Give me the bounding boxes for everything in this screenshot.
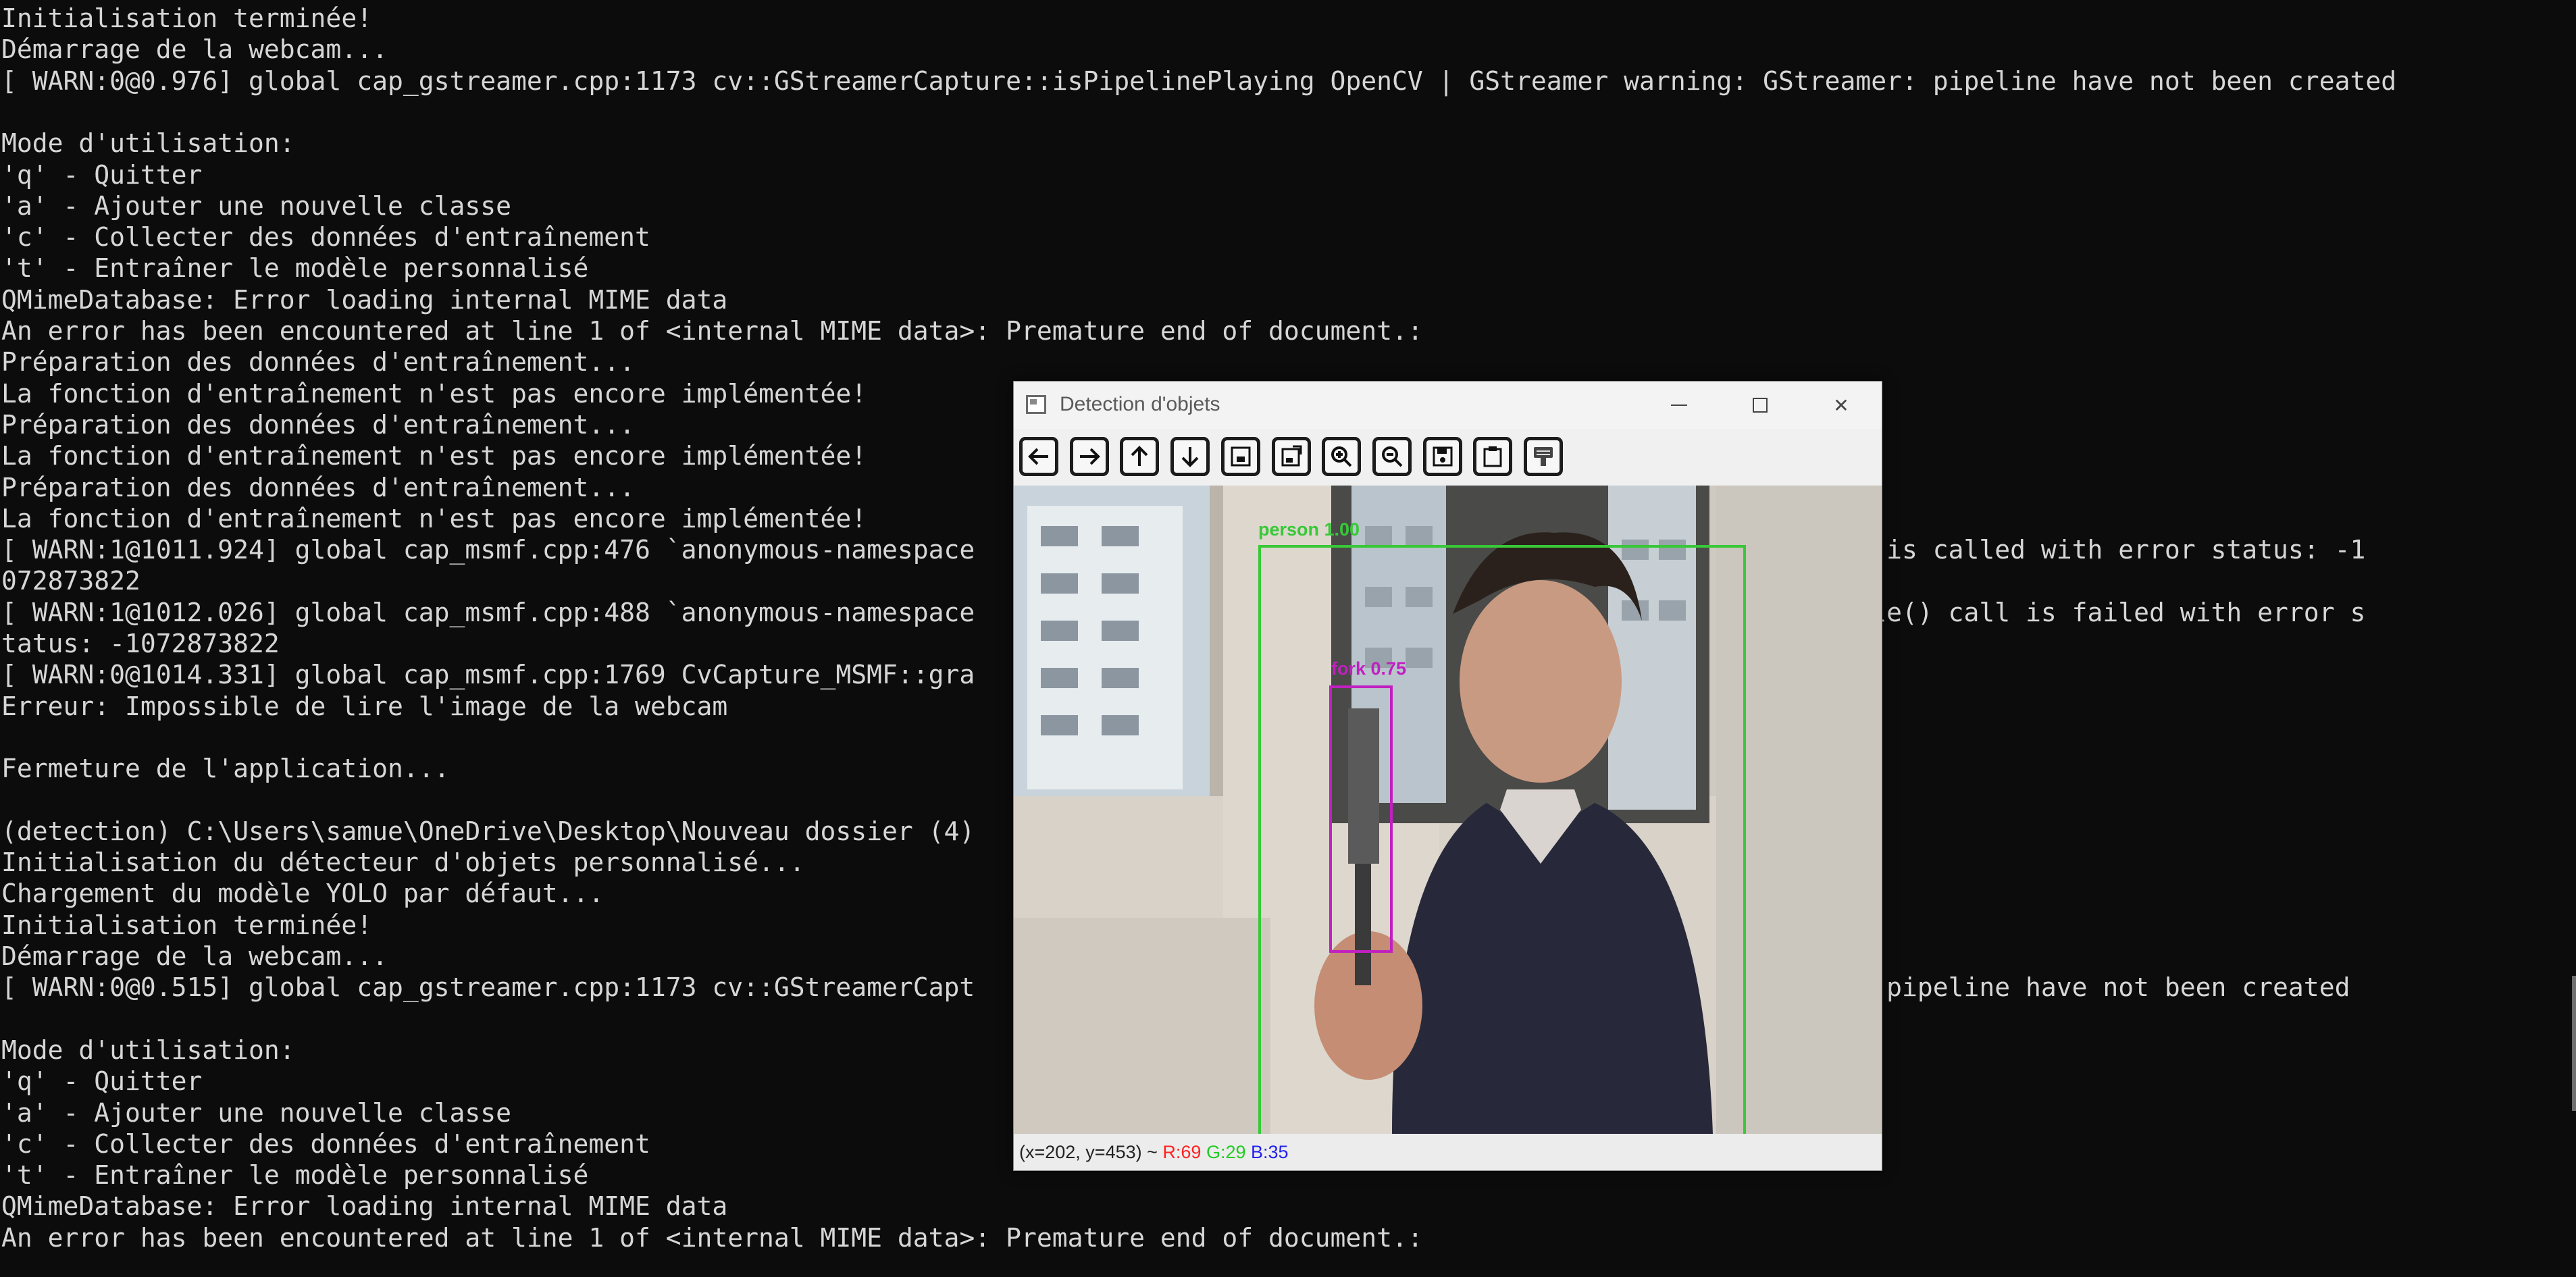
- terminal-line: Démarrage de la webcam...: [1, 34, 388, 65]
- terminal-line: Préparation des données d'entraînement..…: [1, 409, 635, 440]
- window-title: Detection d'objets: [1060, 393, 1220, 415]
- toolbar-zoom-original-button[interactable]: [1271, 437, 1311, 476]
- zoom-fit-icon: [1231, 446, 1251, 467]
- terminal-line: Erreur: Impossible de lire l'image de la…: [1, 691, 728, 721]
- person-detection-label: person 1.00: [1258, 519, 1360, 540]
- fork-detection-label: fork 0.75: [1331, 658, 1407, 679]
- window-app-icon: [1026, 395, 1046, 414]
- fork-bounding-box: [1329, 685, 1393, 953]
- zoom-original-icon: [1281, 445, 1302, 467]
- status-green-value: G:29: [1206, 1142, 1246, 1162]
- status-coordinates: (x=202, y=453) ~: [1019, 1142, 1158, 1162]
- toolbar-arrow-down-button[interactable]: [1170, 437, 1210, 476]
- toolbar-zoom-out-button[interactable]: [1372, 437, 1412, 476]
- save-icon: [1433, 446, 1453, 467]
- close-icon: ✕: [1833, 394, 1849, 417]
- terminal-line: Fermeture de l'application...: [1, 754, 450, 784]
- options-icon: [1534, 447, 1553, 466]
- toolbar-arrow-up-button[interactable]: [1120, 437, 1160, 476]
- arrow-left-icon: [1028, 448, 1048, 465]
- pixel-status-bar: (x=202, y=453) ~ R:69 G:29 B:35: [1014, 1134, 1882, 1170]
- terminal-line: An error has been encountered at line 1 …: [1, 316, 1423, 346]
- zoom-out-icon: [1381, 446, 1403, 467]
- properties-icon: [1483, 446, 1502, 467]
- toolbar-properties-button[interactable]: [1473, 437, 1513, 476]
- toolbar-save-button[interactable]: [1422, 437, 1462, 476]
- terminal-line: 'c' - Collecter des données d'entraîneme…: [1, 1128, 650, 1159]
- terminal-line: Initialisation terminée!: [1, 910, 373, 940]
- terminal-line: 'a' - Ajouter une nouvelle classe: [1, 1097, 511, 1128]
- terminal-line: An error has been encountered at line 1 …: [1, 1222, 1423, 1253]
- toolbar-zoom-fit-button[interactable]: [1220, 437, 1260, 476]
- toolbar-arrow-left-button[interactable]: [1019, 437, 1058, 476]
- zoom-in-icon: [1331, 446, 1352, 467]
- arrow-right-icon: [1079, 448, 1100, 465]
- terminal-line: [ WARN:0@0.976] global cap_gstreamer.cpp…: [1, 66, 2397, 96]
- arrow-down-icon: [1181, 447, 1199, 467]
- opencv-window[interactable]: Detection d'objets ✕ person 1.00 fork 0.…: [1013, 381, 1882, 1171]
- status-blue-value: B:35: [1251, 1142, 1289, 1162]
- maximize-icon: [1753, 398, 1768, 413]
- terminal-line: 'q' - Quitter: [1, 1066, 203, 1097]
- terminal-line: Préparation des données d'entraînement..…: [1, 472, 635, 502]
- terminal-line: Mode d'utilisation:: [1, 128, 295, 159]
- image-toolbar: [1014, 429, 1882, 477]
- terminal-line: (detection) C:\Users\samue\OneDrive\Desk…: [1, 816, 975, 846]
- terminal-line: Préparation des données d'entraînement..…: [1, 347, 635, 377]
- maximize-button[interactable]: [1720, 382, 1801, 429]
- terminal-line: 'c' - Collecter des données d'entraîneme…: [1, 222, 650, 253]
- terminal-line: 'a' - Ajouter une nouvelle classe: [1, 190, 511, 221]
- terminal-line: tatus: -1072873822: [1, 629, 280, 658]
- terminal-line: 'q' - Quitter: [1, 159, 203, 190]
- terminal-line: La fonction d'entraînement n'est pas enc…: [1, 378, 867, 409]
- terminal-line: 072873822: [1, 566, 140, 596]
- terminal-line: Initialisation du détecteur d'objets per…: [1, 848, 805, 878]
- terminal-line: QMimeDatabase: Error loading internal MI…: [1, 284, 728, 315]
- terminal-line: Mode d'utilisation:: [1, 1035, 295, 1065]
- toolbar-options-button[interactable]: [1524, 437, 1563, 476]
- terminal-line: 't' - Entraîner le modèle personnalisé: [1, 1160, 589, 1191]
- toolbar-zoom-in-button[interactable]: [1322, 437, 1362, 476]
- arrow-up-icon: [1131, 446, 1148, 466]
- webcam-frame[interactable]: person 1.00 fork 0.75: [1014, 486, 1882, 1134]
- close-button[interactable]: ✕: [1801, 382, 1882, 429]
- terminal-line: Initialisation terminée!: [1, 3, 373, 33]
- toolbar-arrow-right-button[interactable]: [1069, 437, 1109, 476]
- terminal-line: La fonction d'entraînement n'est pas enc…: [1, 503, 867, 533]
- terminal-line: QMimeDatabase: Error loading internal MI…: [1, 1191, 728, 1222]
- status-red-value: R:69: [1162, 1142, 1202, 1162]
- terminal-scrollbar[interactable]: [2572, 976, 2576, 1111]
- terminal-line: Démarrage de la webcam...: [1, 941, 388, 971]
- terminal-line: 't' - Entraîner le modèle personnalisé: [1, 253, 589, 284]
- terminal-line: Chargement du modèle YOLO par défaut...: [1, 879, 604, 909]
- terminal-line: La fonction d'entraînement n'est pas enc…: [1, 441, 867, 471]
- minimize-button[interactable]: [1639, 382, 1720, 429]
- minimize-icon: [1671, 405, 1687, 406]
- window-titlebar[interactable]: Detection d'objets ✕: [1014, 382, 1882, 429]
